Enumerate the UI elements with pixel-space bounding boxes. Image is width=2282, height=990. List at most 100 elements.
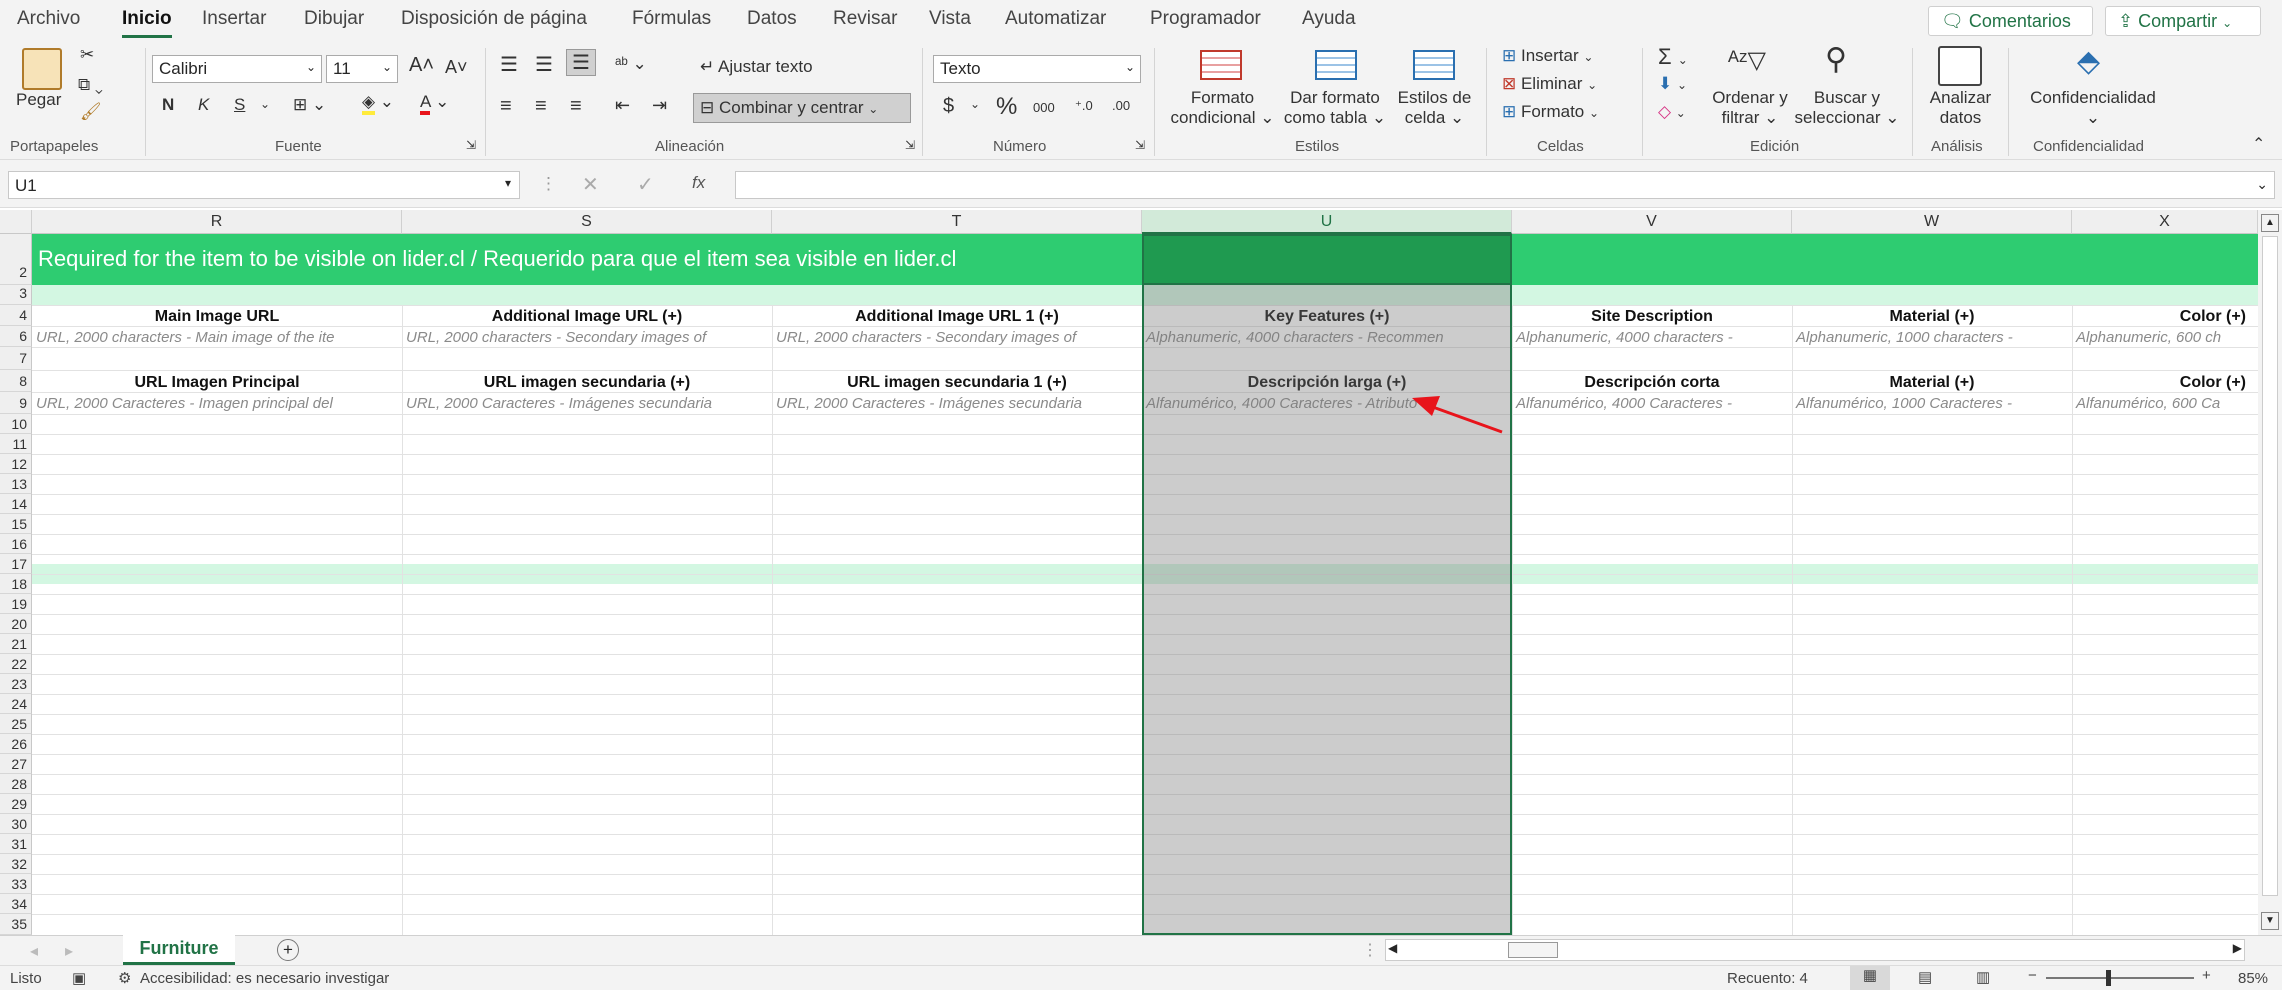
column-header-u[interactable]: U xyxy=(1142,210,1512,234)
number-format-select[interactable]: Texto ⌄ xyxy=(933,55,1141,83)
cell-header-en[interactable]: Additional Image URL (+) xyxy=(402,308,772,326)
active-cell[interactable] xyxy=(1142,234,1512,285)
tab-archivo[interactable]: Archivo xyxy=(17,8,80,30)
column-header-s[interactable]: S xyxy=(402,210,772,234)
scroll-right-icon[interactable]: ▶ xyxy=(2233,941,2242,955)
row-header[interactable]: 33 xyxy=(0,874,32,894)
align-center-icon[interactable]: ≡ xyxy=(535,95,547,118)
tab-disposicion[interactable]: Disposición de página xyxy=(401,8,587,30)
row-header[interactable]: 28 xyxy=(0,774,32,794)
row-header[interactable]: 2 xyxy=(0,234,32,285)
sheet-tab-furniture[interactable]: Furniture xyxy=(123,935,235,965)
row-header[interactable]: 23 xyxy=(0,674,32,694)
decrease-indent-icon[interactable]: ⇤ xyxy=(615,95,630,116)
align-left-icon[interactable]: ≡ xyxy=(500,95,512,118)
select-all-corner[interactable] xyxy=(0,210,32,234)
macro-record-icon[interactable]: ▣ xyxy=(72,969,86,987)
cell-header-es[interactable]: URL imagen secundaria 1 (+) xyxy=(772,374,1142,392)
zoom-out-icon[interactable]: − xyxy=(2028,967,2037,984)
scroll-left-icon[interactable]: ◀ xyxy=(1388,941,1397,955)
currency-button[interactable]: $ xyxy=(943,95,954,118)
zoom-in-icon[interactable]: + xyxy=(2202,967,2211,984)
row-header[interactable]: 11 xyxy=(0,434,32,454)
borders-icon[interactable]: ⊞ ⌄ xyxy=(293,95,326,115)
column-header-t[interactable]: T xyxy=(772,210,1142,234)
row-header[interactable]: 15 xyxy=(0,514,32,534)
share-button[interactable]: ⇪ Compartir ⌄ xyxy=(2105,6,2261,36)
sensitivity-icon[interactable]: ⬘ xyxy=(2077,44,2100,79)
cut-icon[interactable]: ✂ xyxy=(80,45,94,65)
tab-revisar[interactable]: Revisar xyxy=(833,8,897,30)
accessibility-icon[interactable]: ⚙ xyxy=(118,969,131,987)
comments-button[interactable]: 🗨 Comentarios xyxy=(1928,6,2093,36)
find-select-button[interactable]: Buscar y seleccionar ⌄ xyxy=(1792,88,1902,128)
align-middle-icon[interactable]: ☰ xyxy=(535,52,553,77)
scroll-thumb[interactable] xyxy=(2262,236,2278,896)
copy-icon[interactable]: ⧉ ⌄ xyxy=(78,75,103,95)
row-header[interactable]: 25 xyxy=(0,714,32,734)
column-header-w[interactable]: W xyxy=(1792,210,2072,234)
tab-dibujar[interactable]: Dibujar xyxy=(304,8,364,30)
tab-insertar[interactable]: Insertar xyxy=(202,8,266,30)
cell-header-es[interactable]: Color (+) xyxy=(2072,374,2258,392)
row-header[interactable]: 3 xyxy=(0,285,32,305)
formula-input[interactable]: ⌄ xyxy=(735,171,2275,199)
cell-description-es[interactable]: URL, 2000 Caracteres - Imágenes secundar… xyxy=(772,395,1142,412)
row-header[interactable]: 30 xyxy=(0,814,32,834)
decrease-decimal-icon[interactable]: .00 xyxy=(1112,98,1130,113)
insert-cells-button[interactable]: ⊞ Insertar ⌄ xyxy=(1502,46,1593,66)
tab-programador[interactable]: Programador xyxy=(1150,8,1261,30)
accessibility-status[interactable]: Accesibilidad: es necesario investigar xyxy=(140,970,389,987)
format-as-table-button[interactable]: Dar formato como tabla ⌄ xyxy=(1280,88,1390,128)
cancel-icon[interactable]: ✕ xyxy=(582,172,599,197)
row-header[interactable]: 20 xyxy=(0,614,32,634)
row-header[interactable]: 31 xyxy=(0,834,32,854)
font-name-select[interactable]: Calibri ⌄ xyxy=(152,55,322,83)
row-header[interactable]: 9 xyxy=(0,392,32,414)
align-top-icon[interactable]: ☰ xyxy=(500,52,518,77)
row-header[interactable]: 29 xyxy=(0,794,32,814)
tab-automatizar[interactable]: Automatizar xyxy=(1005,8,1106,30)
italic-button[interactable]: K xyxy=(198,95,209,115)
row-header[interactable]: 34 xyxy=(0,894,32,914)
paste-button[interactable]: Pegar xyxy=(16,90,61,110)
cell-description-es[interactable]: URL, 2000 Caracteres - Imágenes secundar… xyxy=(402,395,772,412)
cell-description-en[interactable]: Alphanumeric, 4000 characters - xyxy=(1512,329,1792,346)
zoom-thumb[interactable] xyxy=(2106,970,2111,986)
find-select-icon[interactable]: ⚲ xyxy=(1825,42,1847,77)
row-header[interactable]: 26 xyxy=(0,734,32,754)
increase-decimal-icon[interactable]: ⁺.0 xyxy=(1075,98,1093,114)
cell-header-en[interactable]: Site Description xyxy=(1512,308,1792,326)
align-right-icon[interactable]: ≡ xyxy=(570,95,582,118)
align-bottom-icon[interactable]: ☰ xyxy=(566,49,596,76)
tab-datos[interactable]: Datos xyxy=(747,8,797,30)
conditional-format-icon[interactable] xyxy=(1200,50,1242,80)
percent-button[interactable]: % xyxy=(996,93,1017,121)
row-header[interactable]: 7 xyxy=(0,347,32,370)
name-box[interactable]: U1 ▾ xyxy=(8,171,520,199)
row-header[interactable]: 16 xyxy=(0,534,32,554)
paste-icon[interactable] xyxy=(22,48,62,90)
increase-indent-icon[interactable]: ⇥ xyxy=(652,95,667,116)
fill-color-icon[interactable]: ◈ ⌄ xyxy=(362,92,394,115)
dialog-launcher-icon[interactable]: ⇲ xyxy=(905,138,915,152)
insert-function-icon[interactable]: fx xyxy=(692,173,705,193)
tab-scroll-left-icon[interactable]: ◂ xyxy=(30,941,38,961)
selected-column-u[interactable] xyxy=(1142,234,1512,935)
orientation-icon[interactable]: ᵃᵇ ⌄ xyxy=(615,54,647,74)
add-sheet-icon[interactable]: + xyxy=(277,939,299,961)
tab-inicio[interactable]: Inicio xyxy=(122,8,172,38)
row-header[interactable]: 14 xyxy=(0,494,32,514)
cell-description-en[interactable]: URL, 2000 characters - Main image of the… xyxy=(32,329,402,346)
row-header[interactable]: 22 xyxy=(0,654,32,674)
increase-font-icon[interactable]: A˄ xyxy=(409,54,434,77)
cell-header-es[interactable]: Material (+) xyxy=(1792,374,2072,392)
merge-center-button[interactable]: ⊟ Combinar y centrar ⌄ xyxy=(693,93,911,123)
tab-ayuda[interactable]: Ayuda xyxy=(1302,8,1356,30)
decrease-font-icon[interactable]: A˅ xyxy=(445,57,468,78)
format-cells-button[interactable]: ⊞ Formato ⌄ xyxy=(1502,102,1599,122)
cell-description-en[interactable]: URL, 2000 characters - Secondary images … xyxy=(402,329,772,346)
fill-icon[interactable]: ⬇ ⌄ xyxy=(1658,74,1687,94)
cell-header-en[interactable]: Main Image URL xyxy=(32,308,402,326)
row-header[interactable]: 35 xyxy=(0,914,32,935)
